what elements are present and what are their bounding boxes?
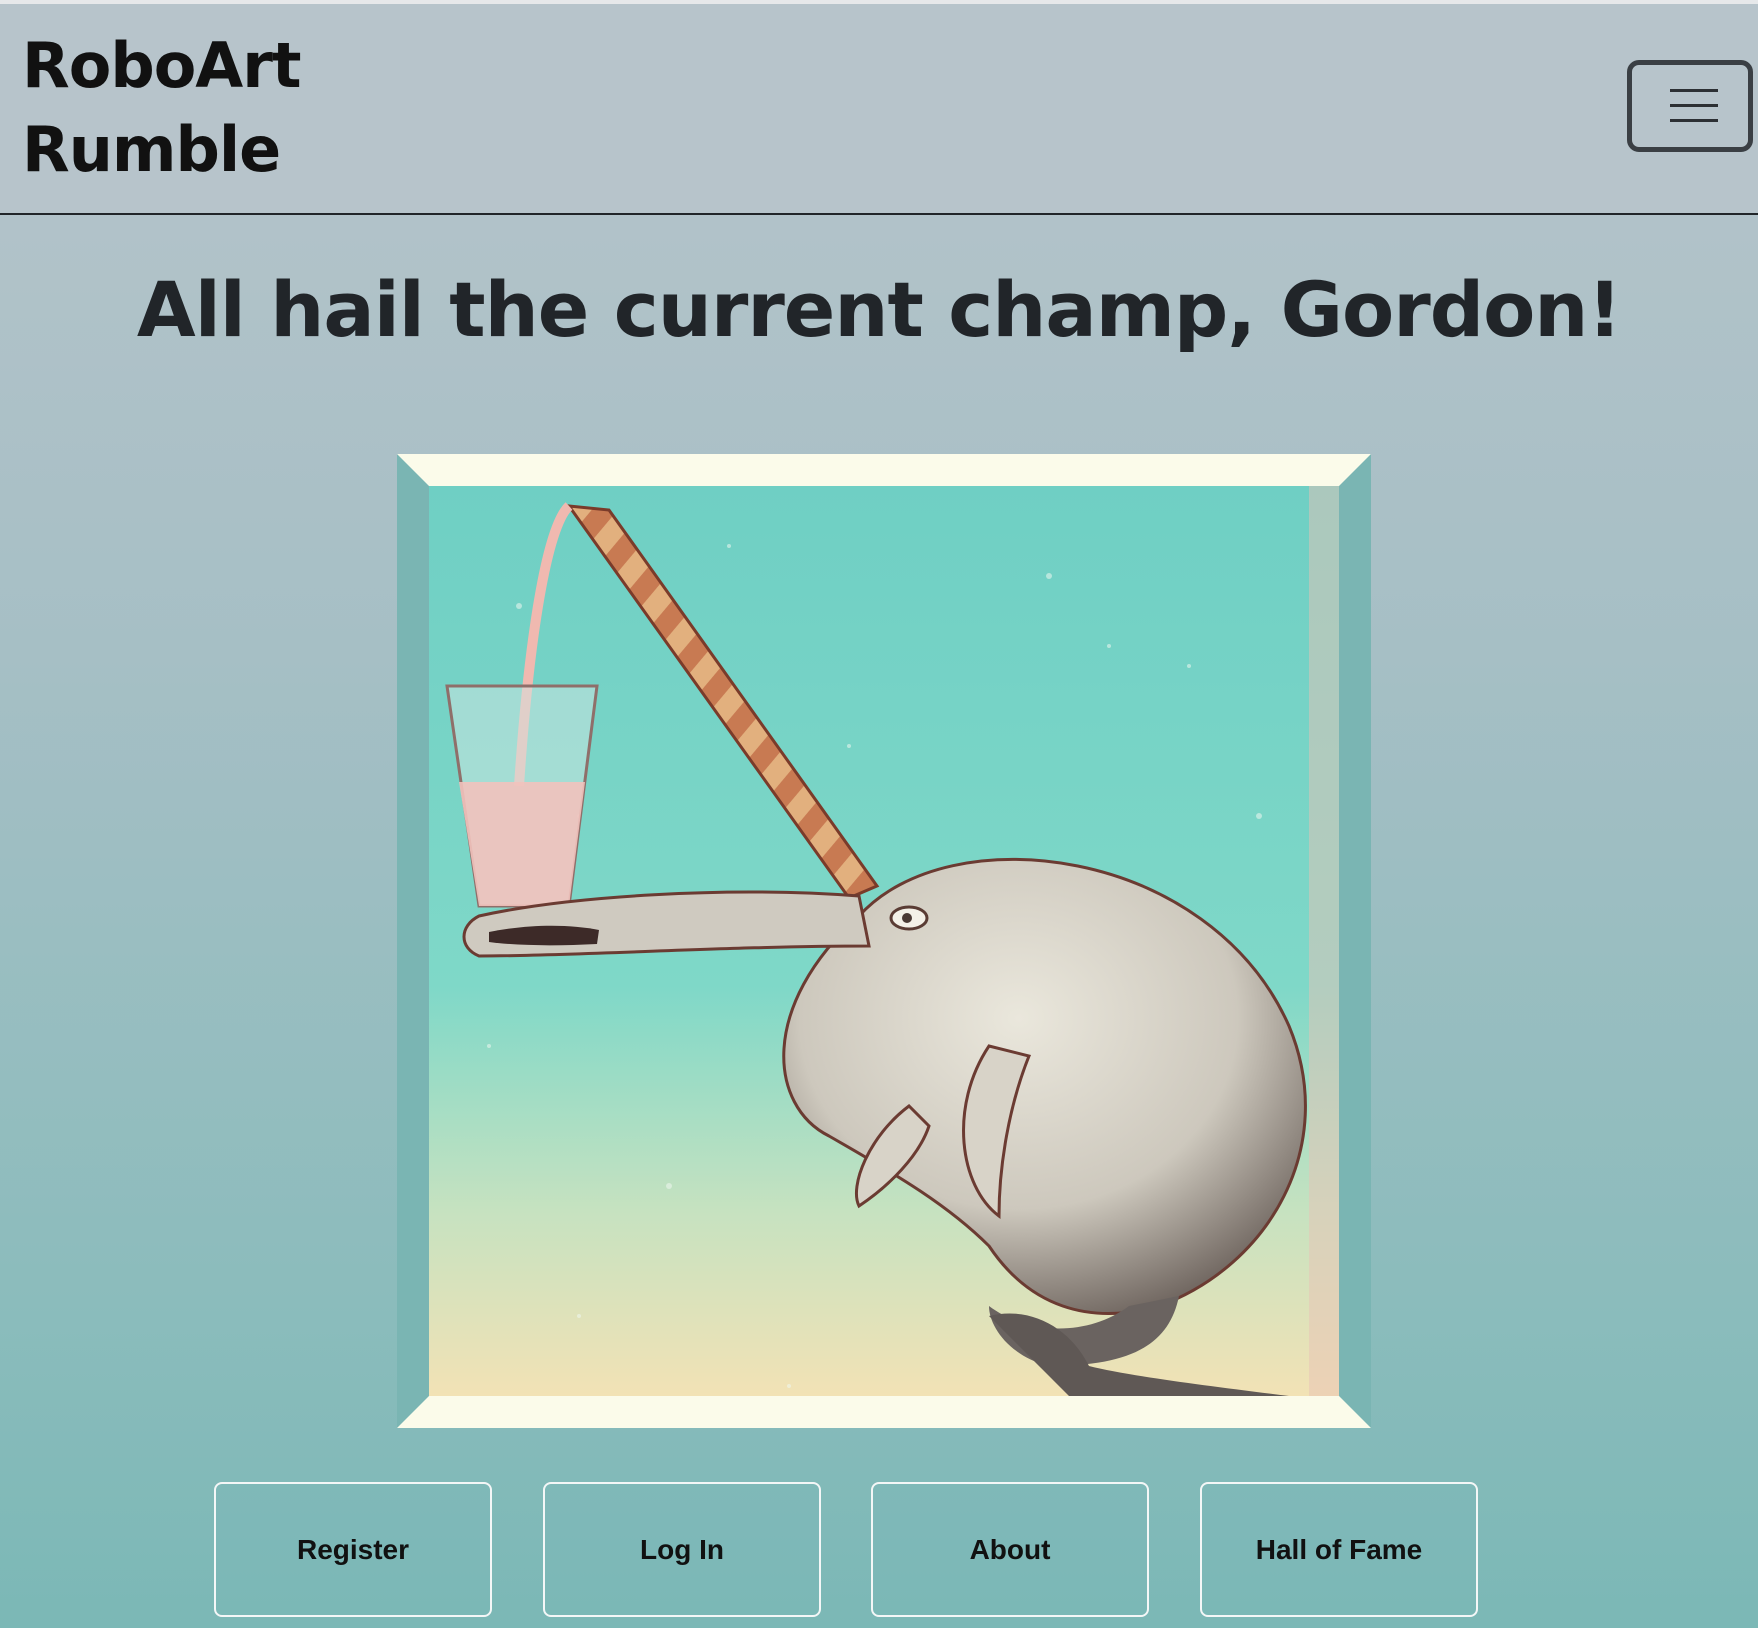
register-button[interactable]: Register [214,1482,492,1617]
artwork-frame [397,454,1371,1428]
navbar: RoboArt Rumble [0,4,1758,215]
page-title: All hail the current champ, Gordon! [136,265,1622,354]
action-buttons: Register Log In About Hall of Fame [0,1482,1758,1618]
brand-logo[interactable]: RoboArt Rumble [22,24,302,192]
login-button[interactable]: Log In [543,1482,821,1617]
champion-artwork [429,486,1339,1396]
hall-of-fame-button[interactable]: Hall of Fame [1200,1482,1478,1617]
about-button[interactable]: About [871,1482,1149,1617]
narwhal-artwork-image [429,486,1339,1396]
navbar-toggle-button[interactable] [1627,60,1753,152]
